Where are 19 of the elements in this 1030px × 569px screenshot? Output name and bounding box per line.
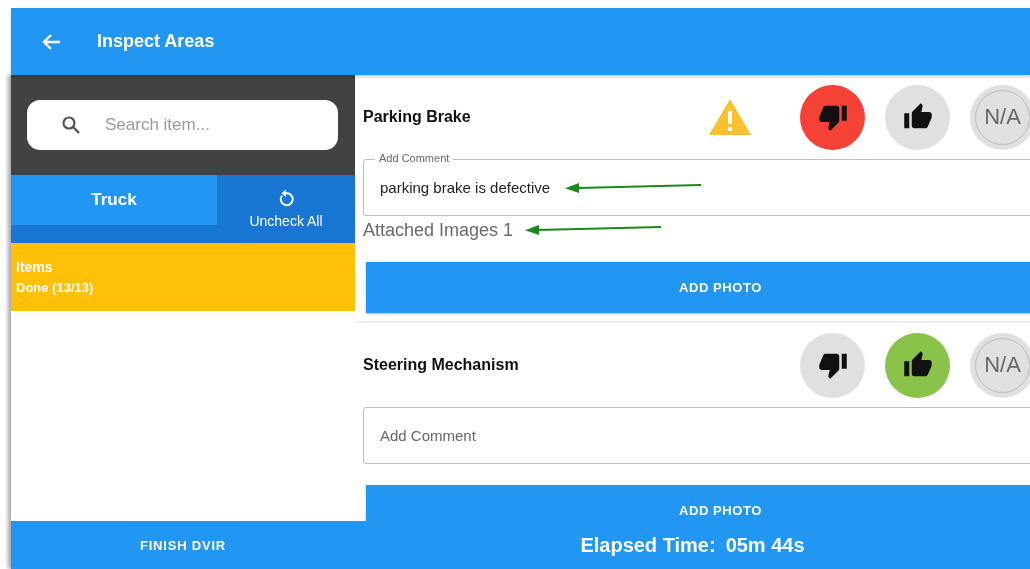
group-item[interactable]: Items Done (13/13) bbox=[11, 243, 355, 311]
finish-dvir-button[interactable]: FINISH DVIR bbox=[11, 521, 355, 569]
elapsed-time-label: Elapsed Time: bbox=[580, 533, 716, 557]
category-tab[interactable]: Truck bbox=[11, 175, 217, 225]
add-photo-button[interactable]: ADD PHOTO bbox=[366, 262, 1030, 313]
attached-images-label: Attached Images 1 bbox=[363, 220, 514, 241]
not-applicable-button[interactable]: N/A bbox=[970, 84, 1030, 150]
add-photo-button[interactable]: ADD PHOTO bbox=[366, 485, 1030, 521]
elapsed-time-value: 05m 44s bbox=[725, 533, 805, 557]
item-title: Steering Mechanism bbox=[363, 356, 520, 374]
back-arrow-icon[interactable] bbox=[41, 32, 61, 51]
item-title: Parking Brake bbox=[363, 108, 472, 126]
search-field[interactable]: Search item... bbox=[27, 100, 338, 150]
group-title: Items bbox=[16, 259, 54, 275]
screen-title: Inspect Areas bbox=[97, 31, 215, 52]
group-status: Done (13/13) bbox=[16, 280, 95, 295]
comment-field[interactable]: Add Comment bbox=[363, 407, 1030, 464]
field-label: Add Comment bbox=[375, 152, 454, 164]
not-applicable-button[interactable]: N/A bbox=[970, 332, 1030, 398]
